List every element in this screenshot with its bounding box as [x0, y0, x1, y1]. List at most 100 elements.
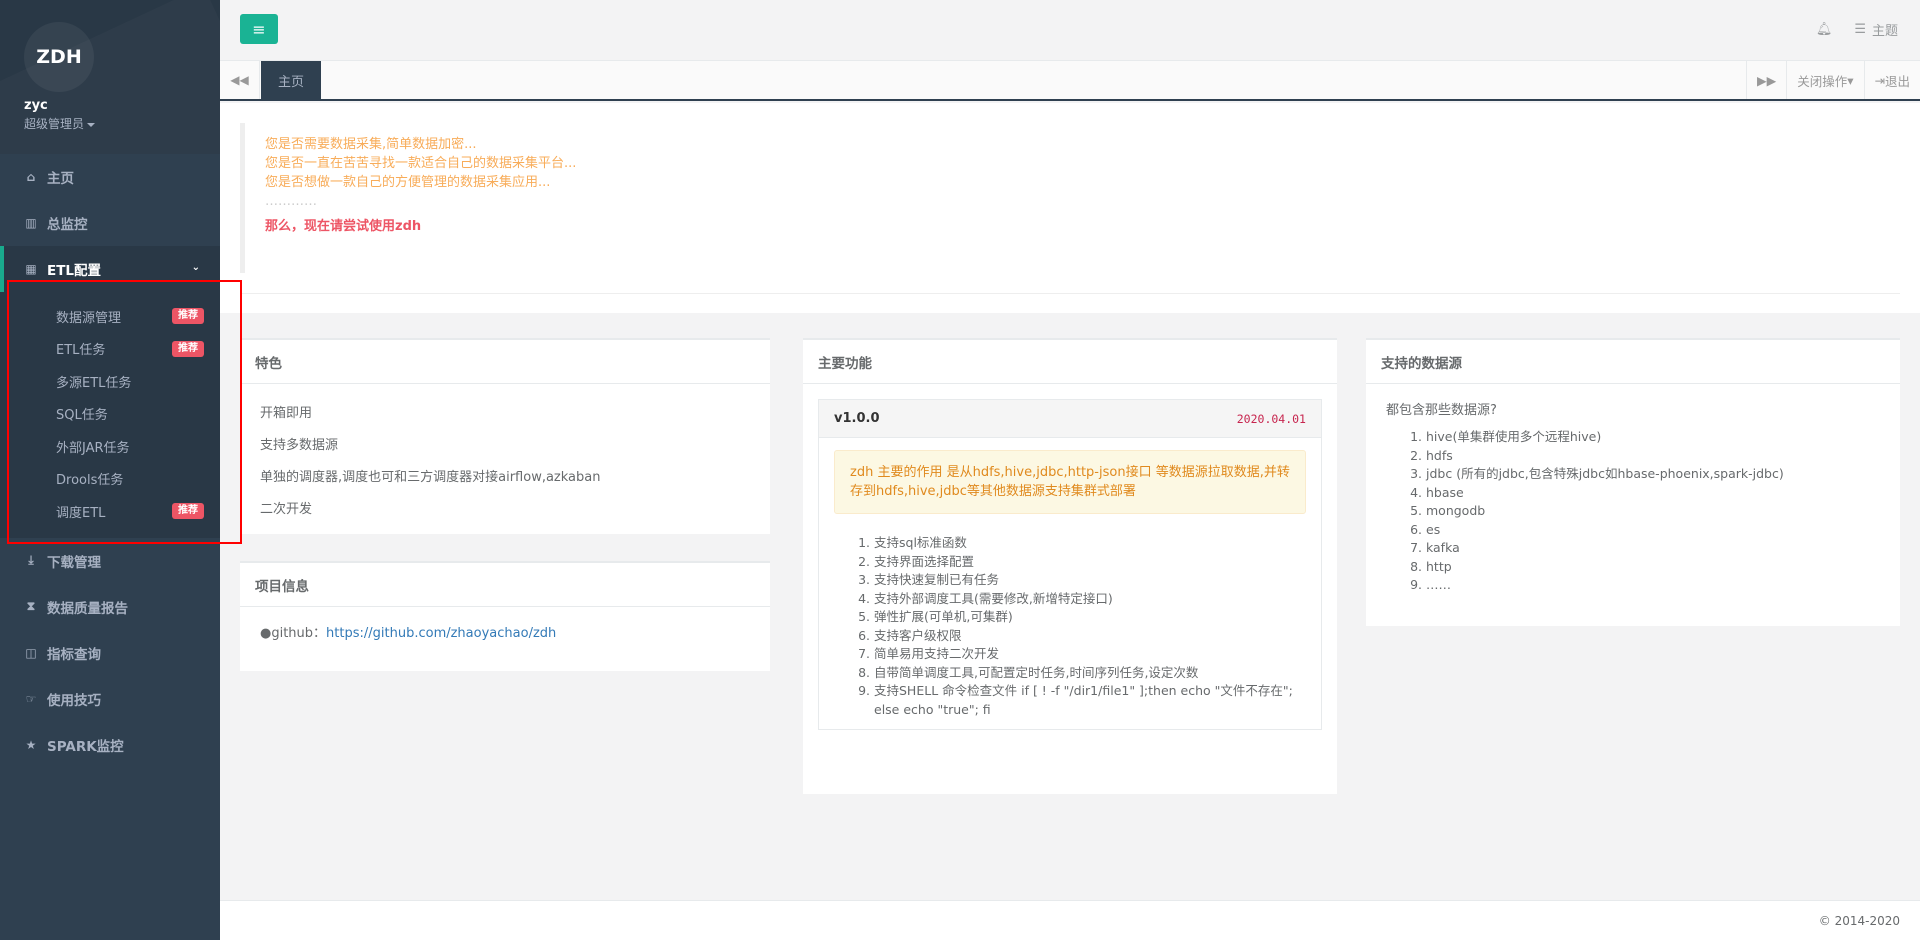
list-item: hbase — [1426, 484, 1880, 503]
intro-line: 您是否需要数据采集,简单数据加密... — [265, 137, 477, 152]
theme-label: 主题 — [1871, 24, 1898, 39]
list-item: hdfs — [1426, 447, 1880, 466]
submenu-item-label: ETL任务 — [56, 343, 106, 359]
caret-down-icon: ▾ — [1847, 72, 1854, 88]
bell-icon: 🔔︎ — [1815, 22, 1833, 37]
feature-item: 支持多数据源 — [260, 438, 339, 453]
intro-line: 您是否想做一款自己的方便管理的数据采集应用... — [265, 175, 551, 190]
close-operations-dropdown[interactable]: 关闭操作 ▾ — [1786, 61, 1863, 99]
list-item: http — [1426, 558, 1880, 577]
panel-title: 项目信息 — [240, 563, 770, 607]
intro-highlight: 那么，现在请尝试使用zdh — [265, 219, 422, 234]
table-icon: ▦ — [25, 262, 37, 276]
logout-icon: ⇥ — [1874, 72, 1885, 88]
tab-home[interactable]: 主页 — [261, 61, 322, 99]
submenu-item-drools-task[interactable]: Drools任务 — [0, 463, 220, 496]
forward-icon: ▶▶ — [1756, 72, 1777, 88]
sidebar-item-metric-query[interactable]: ◫ 指标查询 — [0, 630, 220, 676]
divider — [240, 293, 1900, 294]
sidebar-item-label: 数据质量报告 — [47, 600, 128, 617]
feature-item: 单独的调度器,调度也可和三方调度器对接airflow,azkaban — [260, 470, 601, 485]
list-item: 简单易用支持二次开发 — [874, 645, 1321, 664]
list-item: 支持sql标准函数 — [874, 534, 1321, 553]
list-item: 弹性扩展(可单机,可集群) — [874, 608, 1321, 627]
caret-down-icon — [87, 122, 96, 127]
submenu-item-label: Drools任务 — [56, 473, 124, 489]
download-icon: ⤓ — [28, 553, 34, 567]
feature-item: 开箱即用 — [260, 406, 313, 421]
theme-button[interactable]: ☰ 主题 — [1854, 20, 1898, 39]
star-icon: ★ — [25, 737, 37, 752]
intro-ellipsis: ………… — [265, 194, 317, 209]
list-item: hive(单集群使用多个远程hive) — [1426, 428, 1880, 447]
list-item: 支持外部调度工具(需要修改,新增特定接口) — [874, 590, 1321, 609]
hourglass-icon: ⧗ — [26, 599, 36, 613]
panel-title: 主要功能 — [803, 340, 1337, 384]
app-logo: ZDH — [24, 22, 94, 92]
list-item: …… — [1426, 576, 1880, 595]
version-label: v1.0.0 — [834, 411, 880, 426]
theme-icon: ☰ — [1854, 22, 1866, 37]
submenu-item-label: 数据源管理 — [56, 310, 122, 326]
content-tabs: ◀◀ 主页 ▶▶ 关闭操作 ▾ ⇥ 退出 — [220, 61, 1920, 101]
list-item: 支持界面选择配置 — [874, 553, 1321, 572]
tab-scroll-right-button[interactable]: ▶▶ — [1745, 61, 1786, 99]
submenu-item-multi-etl[interactable]: 多源ETL任务 — [0, 365, 220, 398]
submenu-item-jar-task[interactable]: 外部JAR任务 — [0, 430, 220, 463]
recommend-badge: 推荐 — [172, 503, 204, 519]
top-navbar: ≡ 🔔︎ ☰ 主题 — [220, 0, 1920, 61]
submenu-item-etl-task[interactable]: ETL任务 推荐 — [0, 333, 220, 366]
github-icon: ● — [260, 626, 272, 641]
sidebar-item-tips[interactable]: ☞ 使用技巧 — [0, 676, 220, 722]
bar-chart-icon: ▥ — [25, 216, 37, 230]
submenu-item-schedule-etl[interactable]: 调度ETL 推荐 — [0, 495, 220, 528]
submenu-item-label: SQL任务 — [56, 408, 108, 424]
menu-toggle-button[interactable]: ≡ — [240, 14, 278, 44]
submenu-item-datasource[interactable]: 数据源管理 推荐 — [0, 300, 220, 333]
intro-blockquote: 您是否需要数据采集,简单数据加密... 您是否一直在苦苦寻找一款适合自己的数据采… — [240, 123, 1900, 273]
sidebar-item-label: 指标查询 — [47, 646, 101, 663]
user-role-dropdown[interactable]: 超级管理员 — [24, 115, 196, 132]
user-name[interactable]: zyc — [24, 98, 196, 113]
close-operations-label: 关闭操作 — [1797, 73, 1848, 89]
submenu-item-sql-task[interactable]: SQL任务 — [0, 398, 220, 431]
release-date: 2020.04.01 — [1236, 411, 1306, 426]
main-content: 您是否需要数据采集,简单数据加密... 您是否一直在苦苦寻找一款适合自己的数据采… — [220, 103, 1920, 903]
notification-button[interactable]: 🔔︎ — [1816, 20, 1833, 39]
tab-scroll-left-button[interactable]: ◀◀ — [220, 61, 260, 99]
user-role-label: 超级管理员 — [24, 117, 85, 131]
submenu-item-label: 外部JAR任务 — [56, 440, 130, 456]
sidebar-item-download[interactable]: ⤓ 下载管理 — [0, 538, 220, 584]
logout-label: 退出 — [1884, 73, 1910, 89]
backward-icon: ◀◀ — [230, 73, 249, 87]
version-panel: v1.0.0 2020.04.01 zdh 主要的作用 是从hdfs,hive,… — [818, 399, 1322, 730]
sidebar: ZDH zyc 超级管理员 ⌂ 主页 ▥ 总监控 ▦ ETL配置 ⌄ 数据源管理 推荐 E… — [0, 0, 220, 940]
github-link[interactable]: https://github.com/zhaoyachao/zdh — [326, 626, 556, 641]
sidebar-item-label: 总监控 — [47, 217, 88, 233]
sidebar-item-label: 使用技巧 — [47, 692, 101, 709]
intro-panel: 您是否需要数据采集,简单数据加密... 您是否一直在苦苦寻找一款适合自己的数据采… — [220, 103, 1920, 313]
logout-button[interactable]: ⇥ 退出 — [1863, 61, 1920, 99]
list-item: 自带简单调度工具,可配置定时任务,时间序列任务,设定次数 — [874, 664, 1321, 683]
sidebar-item-label: 下载管理 — [47, 554, 101, 571]
feature-list: 支持sql标准函数 支持界面选择配置 支持快速复制已有任务 支持外部调度工具(需… — [819, 534, 1321, 729]
github-label: github： — [271, 626, 327, 641]
sidebar-item-quality-report[interactable]: ⧗ 数据质量报告 — [0, 584, 220, 630]
sidebar-item-label: 主页 — [47, 171, 74, 187]
sidebar-item-etl-config[interactable]: ▦ ETL配置 ⌄ — [0, 246, 220, 292]
recommend-badge: 推荐 — [172, 340, 204, 357]
columns-icon: ◫ — [25, 645, 37, 660]
sidebar-item-home[interactable]: ⌂ 主页 — [0, 154, 220, 200]
sidebar-item-label: SPARK监控 — [47, 738, 124, 755]
list-item: jdbc (所有的jdbc,包含特殊jdbc如hbase-phoenix,spa… — [1426, 465, 1880, 484]
sidebar-item-spark-monitor[interactable]: ★ SPARK监控 — [0, 722, 220, 768]
sidebar-item-label: ETL配置 — [47, 263, 102, 279]
hand-icon: ☞ — [25, 691, 37, 706]
intro-line: 您是否一直在苦苦寻找一款适合自己的数据采集平台... — [265, 156, 577, 171]
hamburger-icon: ≡ — [252, 19, 266, 39]
sidebar-item-monitor[interactable]: ▥ 总监控 — [0, 200, 220, 246]
copyright-text: © 2014-2020 — [1818, 913, 1900, 928]
recommend-badge: 推荐 — [172, 308, 204, 324]
datasources-intro: 都包含那些数据源? — [1386, 403, 1497, 418]
home-icon: ⌂ — [26, 170, 36, 184]
